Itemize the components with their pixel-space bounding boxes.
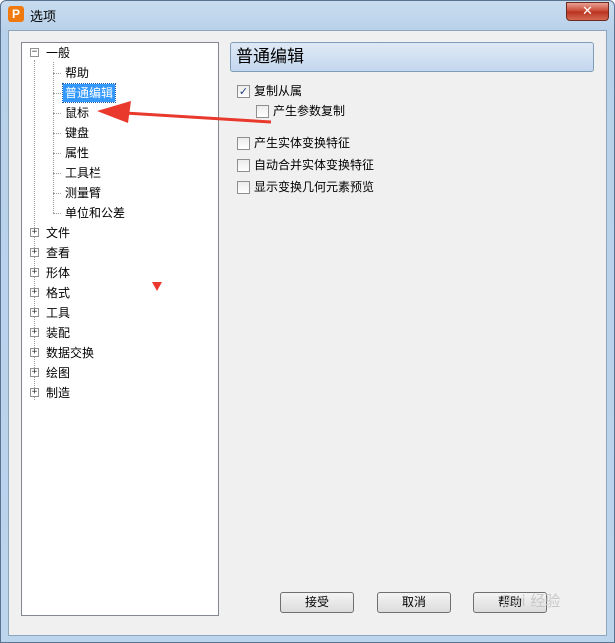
- option-checkbox[interactable]: [256, 105, 269, 118]
- title-bar[interactable]: P 选项 ✕: [1, 1, 614, 29]
- expand-icon[interactable]: +: [30, 308, 39, 317]
- tree-node-group[interactable]: + 文件: [30, 224, 210, 242]
- tree-label-group[interactable]: 形体: [44, 264, 72, 282]
- tree-label-group[interactable]: 装配: [44, 324, 72, 342]
- tree-node-group[interactable]: + 格式: [30, 284, 210, 302]
- tree-label-child[interactable]: 测量臂: [63, 184, 103, 202]
- tree-connector: [53, 93, 61, 94]
- expand-icon[interactable]: +: [30, 388, 39, 397]
- app-icon: P: [8, 6, 24, 22]
- tree-label-child[interactable]: 属性: [63, 144, 91, 162]
- tree-node-child[interactable]: 测量臂: [53, 184, 203, 202]
- tree-label-child[interactable]: 普通编辑: [61, 83, 117, 103]
- tree-label-child[interactable]: 鼠标: [63, 104, 91, 122]
- option-row[interactable]: 显示变换几何元素预览: [237, 179, 537, 195]
- tree-label-group[interactable]: 制造: [44, 384, 72, 402]
- option-checkbox[interactable]: [237, 137, 250, 150]
- expand-icon[interactable]: +: [30, 268, 39, 277]
- tree-connector: [53, 113, 61, 114]
- tree-node-group[interactable]: + 绘图: [30, 364, 210, 382]
- tree-node-child[interactable]: 帮助: [53, 64, 203, 82]
- tree-node-group[interactable]: + 工具: [30, 304, 210, 322]
- option-checkbox[interactable]: [237, 159, 250, 172]
- tree-node-child[interactable]: 单位和公差: [53, 204, 203, 222]
- tree-connector: [53, 173, 61, 174]
- options-dialog: P 选项 ✕ − 一般 帮助 普通编辑 鼠标 键盘 属性 工具栏 测量臂 单位和公差 + 文件 +…: [0, 0, 615, 643]
- tree-node-child[interactable]: 普通编辑: [53, 83, 203, 103]
- tree-label-group[interactable]: 文件: [44, 224, 72, 242]
- tree-node-group[interactable]: + 形体: [30, 264, 210, 282]
- cancel-button[interactable]: 取消: [377, 592, 451, 613]
- expand-icon[interactable]: +: [30, 288, 39, 297]
- panel-header: 普通编辑: [230, 42, 594, 72]
- option-label: 自动合并实体变换特征: [254, 158, 375, 172]
- tree-connector: [53, 153, 61, 154]
- option-row[interactable]: 产生参数复制: [256, 103, 556, 119]
- option-row[interactable]: 自动合并实体变换特征: [237, 157, 537, 173]
- option-checkbox[interactable]: [237, 181, 250, 194]
- tree-label-child[interactable]: 帮助: [63, 64, 91, 82]
- option-label: 产生实体变换特征: [254, 136, 351, 150]
- tree-label-child[interactable]: 单位和公差: [63, 204, 127, 222]
- watermark-text: Bai 经验: [502, 592, 561, 610]
- tree-label-child[interactable]: 工具栏: [63, 164, 103, 182]
- dialog-body: − 一般 帮助 普通编辑 鼠标 键盘 属性 工具栏 测量臂 单位和公差 + 文件 + 查看 + 形体 + 格…: [8, 30, 607, 636]
- option-checkbox[interactable]: ✓: [237, 85, 250, 98]
- tree-node-general[interactable]: − 一般: [30, 44, 210, 62]
- option-row[interactable]: 产生实体变换特征: [237, 135, 537, 151]
- options-tree[interactable]: − 一般 帮助 普通编辑 鼠标键盘属性工具栏测量臂单位和公差 + 文件 + 查看 + 形体 + 格…: [21, 42, 219, 616]
- option-label: 复制从属: [254, 84, 303, 98]
- tree-node-child[interactable]: 键盘: [53, 124, 203, 142]
- option-label: 产生参数复制: [273, 104, 346, 118]
- tree-connector: [53, 193, 61, 194]
- tree-node-group[interactable]: + 制造: [30, 384, 210, 402]
- tree-node-group[interactable]: + 装配: [30, 324, 210, 342]
- window-title: 选项: [30, 10, 57, 25]
- tree-node-child[interactable]: 工具栏: [53, 164, 203, 182]
- tree-node-child[interactable]: 鼠标: [53, 104, 203, 122]
- expand-icon[interactable]: +: [30, 228, 39, 237]
- tree-node-child[interactable]: 属性: [53, 144, 203, 162]
- tree-node-group[interactable]: + 查看: [30, 244, 210, 262]
- tree-connector: [53, 213, 61, 214]
- tree-label-group[interactable]: 绘图: [44, 364, 72, 382]
- tree-label-group[interactable]: 查看: [44, 244, 72, 262]
- expand-icon[interactable]: +: [30, 328, 39, 337]
- expand-icon[interactable]: +: [30, 368, 39, 377]
- tree-label-group[interactable]: 格式: [44, 284, 72, 302]
- collapse-icon[interactable]: −: [30, 48, 39, 57]
- tree-node-group[interactable]: + 数据交换: [30, 344, 210, 362]
- close-button[interactable]: ✕: [566, 2, 609, 21]
- tree-connector: [53, 133, 61, 134]
- option-label: 显示变换几何元素预览: [254, 180, 375, 194]
- accept-button[interactable]: 接受: [280, 592, 354, 613]
- tree-label-group[interactable]: 工具: [44, 304, 72, 322]
- tree-label-general[interactable]: 一般: [44, 44, 72, 62]
- option-row[interactable]: ✓ 复制从属: [237, 83, 537, 99]
- tree-label-group[interactable]: 数据交换: [44, 344, 96, 362]
- expand-icon[interactable]: +: [30, 248, 39, 257]
- expand-icon[interactable]: +: [30, 348, 39, 357]
- tree-label-child[interactable]: 键盘: [63, 124, 91, 142]
- tree-connector: [53, 73, 61, 74]
